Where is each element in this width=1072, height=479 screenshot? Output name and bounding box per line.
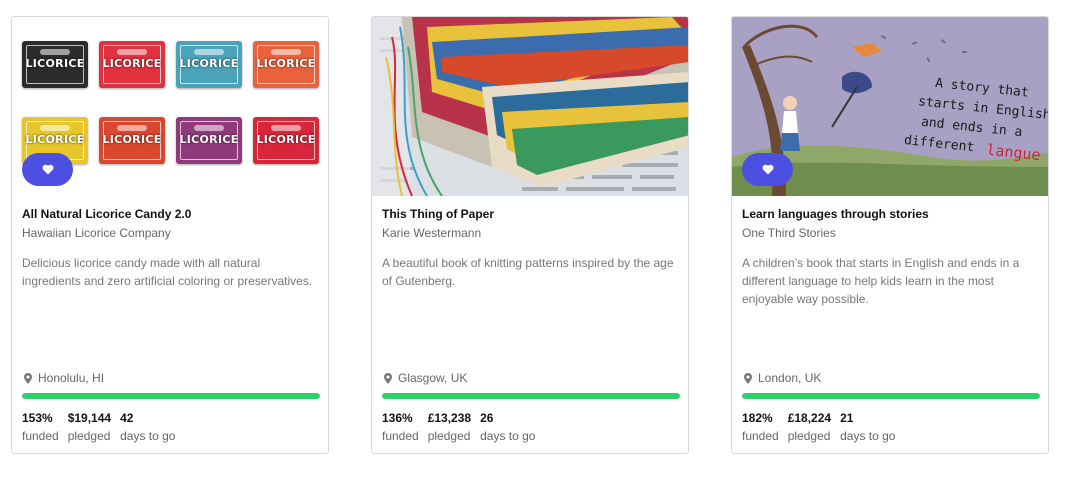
project-image[interactable] xyxy=(372,17,688,196)
funding-progress-bar xyxy=(382,393,680,399)
project-card[interactable]: This Thing of Paper Karie Westermann A b… xyxy=(371,16,689,454)
funding-progress-bar xyxy=(742,393,1040,399)
knitting-photo xyxy=(372,17,688,196)
pledged-label: pledged xyxy=(427,429,471,443)
licorice-box: LICORICE xyxy=(22,41,88,88)
pledged-amount: £18,224 xyxy=(787,411,832,425)
licorice-box: LICORICE xyxy=(99,41,165,88)
project-blurb: Delicious licorice candy made with all n… xyxy=(22,256,313,288)
days-to-go-label: days to go xyxy=(840,429,896,443)
pledged-label: pledged xyxy=(787,429,831,443)
funding-stats: 182% funded £18,224 pledged 21 days to go xyxy=(742,411,895,444)
project-location[interactable]: London, UK xyxy=(744,371,821,385)
map-pin-icon xyxy=(384,372,392,384)
funded-percent: 153% xyxy=(22,411,53,425)
location-label: Glasgow, UK xyxy=(398,371,468,385)
days-to-go-label: days to go xyxy=(120,429,176,443)
location-label: London, UK xyxy=(758,371,822,385)
licorice-box: LICORICE xyxy=(99,117,165,164)
creator-name[interactable]: Karie Westermann xyxy=(382,226,481,240)
licorice-box: LICORICE xyxy=(253,41,319,88)
days-to-go: 26 xyxy=(480,411,494,425)
licorice-box: LICORICE xyxy=(176,117,242,164)
funded-percent: 136% xyxy=(382,411,413,425)
days-to-go-label: days to go xyxy=(480,429,536,443)
funding-progress-bar xyxy=(22,393,320,399)
project-title[interactable]: Learn languages through stories xyxy=(742,207,929,221)
funded-label: funded xyxy=(742,429,779,443)
heart-icon xyxy=(762,164,773,175)
location-label: Honolulu, HI xyxy=(38,371,105,385)
map-pin-icon xyxy=(24,372,32,384)
favorite-button[interactable] xyxy=(22,153,73,186)
creator-name[interactable]: One Third Stories xyxy=(742,226,836,240)
project-blurb: A beautiful book of knitting patterns in… xyxy=(382,256,674,288)
project-location[interactable]: Glasgow, UK xyxy=(384,371,467,385)
funded-percent: 182% xyxy=(742,411,773,425)
project-title[interactable]: All Natural Licorice Candy 2.0 xyxy=(22,207,191,221)
days-to-go: 21 xyxy=(840,411,854,425)
favorite-button[interactable] xyxy=(742,153,793,186)
project-card[interactable]: A story that starts in English and ends … xyxy=(731,16,1049,454)
funding-stats: 136% funded £13,238 pledged 26 days to go xyxy=(382,411,535,444)
funding-stats: 153% funded $19,144 pledged 42 days to go xyxy=(22,411,175,444)
days-to-go: 42 xyxy=(120,411,134,425)
pledged-label: pledged xyxy=(67,429,111,443)
creator-name[interactable]: Hawaiian Licorice Company xyxy=(22,226,171,240)
project-location[interactable]: Honolulu, HI xyxy=(24,371,104,385)
funded-label: funded xyxy=(22,429,59,443)
pledged-amount: £13,238 xyxy=(427,411,472,425)
licorice-box: LICORICE xyxy=(176,41,242,88)
heart-icon xyxy=(42,164,53,175)
funded-label: funded xyxy=(382,429,419,443)
project-title[interactable]: This Thing of Paper xyxy=(382,207,494,221)
pledged-amount: $19,144 xyxy=(67,411,112,425)
project-card[interactable]: LICORICE LICORICE LICORICE LICORICE LICORICE… xyxy=(11,16,329,454)
map-pin-icon xyxy=(744,372,752,384)
project-blurb: A children’s book that starts in English… xyxy=(742,256,1020,306)
licorice-box: LICORICE xyxy=(253,117,319,164)
